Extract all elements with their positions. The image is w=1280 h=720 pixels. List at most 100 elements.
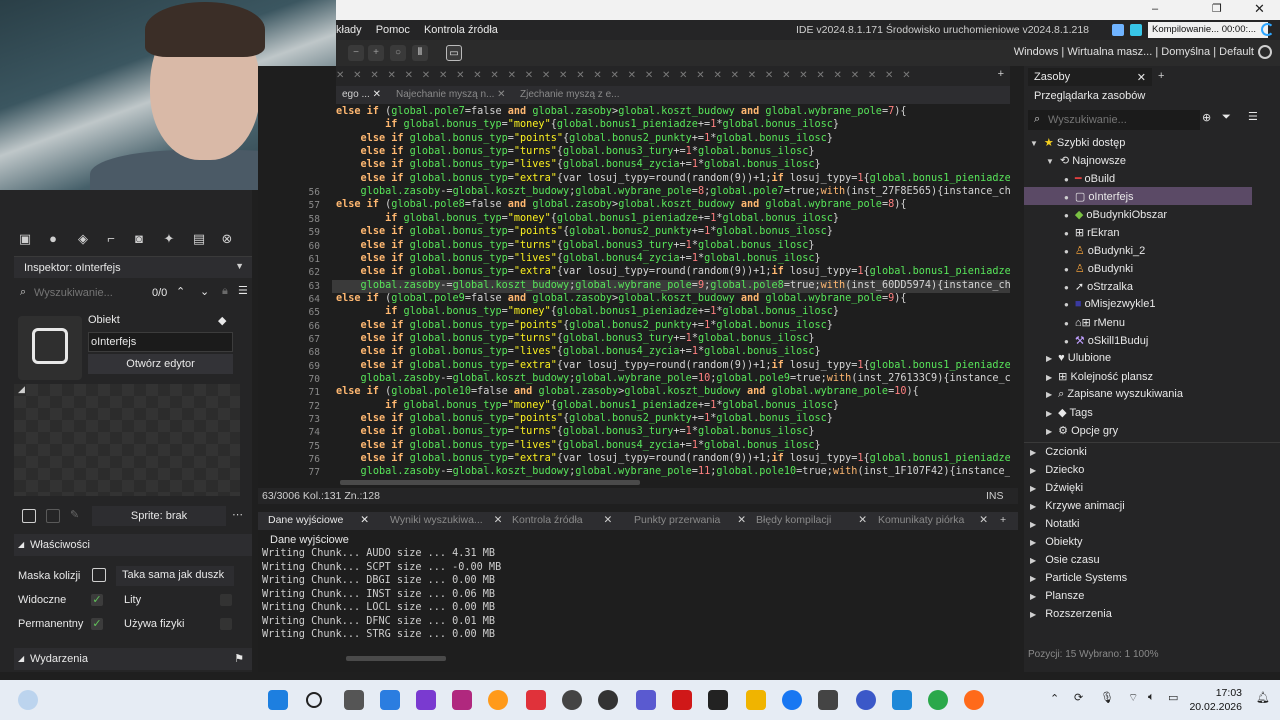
tab-feather-messages[interactable]: Komunikaty piórka ✕	[878, 514, 988, 526]
tree-folder-timelines[interactable]: ▶ Osie czasu	[1030, 554, 1100, 566]
gamemaker-icon[interactable]	[708, 690, 728, 710]
physics-checkbox[interactable]	[220, 618, 232, 630]
events-section-header[interactable]: ◢ Wydarzenia ⚑	[14, 648, 252, 670]
chevron-down-icon[interactable]: ▼	[235, 261, 244, 271]
code-line[interactable]: global.zasoby-=global.koszt_budowy;globa…	[336, 186, 1010, 197]
tree-saved-searches[interactable]: ▶ ⌕ Zapisane wyszukiwania	[1046, 388, 1183, 401]
sprite-field[interactable]: Sprite: brak	[92, 506, 226, 526]
cancel-icon[interactable]: ⊗	[218, 230, 236, 248]
code-line[interactable]: else if global.bonus_typ="points"{global…	[336, 133, 833, 144]
tab-mouse-leave[interactable]: Zjechanie myszą z e...	[514, 88, 625, 104]
discord-icon[interactable]	[636, 690, 656, 710]
code-line[interactable]: else if global.bonus_typ="extra"{var los…	[336, 360, 1010, 371]
solid-checkbox[interactable]	[220, 594, 232, 606]
image-icon[interactable]: ▣	[16, 230, 34, 248]
tree-tags[interactable]: ▶ ◆ Tags	[1046, 406, 1093, 419]
filter-icon[interactable]: ⏷	[1222, 111, 1231, 124]
app-blue-icon[interactable]	[856, 690, 876, 710]
close-icon[interactable]: ✕	[360, 514, 369, 526]
github-icon[interactable]	[598, 690, 618, 710]
chevron-down-icon[interactable]: ⌄	[200, 285, 209, 298]
menu-item-help[interactable]: Pomoc	[376, 24, 410, 36]
code-line[interactable]: else if global.bonus_typ="turns"{global.…	[336, 426, 815, 437]
open-editor-button[interactable]: Otwórz edytor	[88, 354, 233, 374]
tree-item-rEkran[interactable]: ● ⊞ rEkran	[1064, 226, 1120, 239]
code-line[interactable]: else if global.bonus_typ="turns"{global.…	[336, 240, 815, 251]
tree-folder-objects[interactable]: ▶ Obiekty	[1030, 536, 1083, 548]
tree-folder-fonts[interactable]: ▶ Czcionki	[1030, 446, 1087, 458]
add-tab-icon[interactable]: +	[998, 68, 1004, 80]
menu-icon[interactable]: ☰	[238, 284, 248, 297]
close-icon[interactable]: ✕	[497, 89, 505, 100]
code-line[interactable]: global.zasoby-=global.koszt_budowy;globa…	[336, 466, 1010, 477]
close-icon[interactable]: ✕	[1254, 1, 1265, 17]
code-line[interactable]: else if global.bonus_typ="lives"{global.…	[336, 440, 821, 451]
steam-icon[interactable]	[562, 690, 582, 710]
chevron-up-icon[interactable]: ⌃	[1050, 692, 1059, 705]
resource-search-input[interactable]	[1048, 112, 1188, 128]
code-line[interactable]: if global.bonus_typ="money"{global.bonus…	[336, 306, 839, 317]
code-line[interactable]: else if global.bonus_typ="lives"{global.…	[336, 346, 821, 357]
tab-source-control[interactable]: Kontrola źródła ✕	[512, 514, 612, 526]
tree-item-oInterfejs[interactable]: ● ▢ oInterfejs	[1064, 190, 1134, 203]
close-icon[interactable]: ✕	[858, 514, 867, 526]
code-line[interactable]: else if (global.pole9=false and global.z…	[336, 293, 907, 304]
tree-folder-extensions[interactable]: ▶ Rozszerzenia	[1030, 608, 1112, 620]
inspector-search-input[interactable]	[34, 284, 144, 302]
tree-game-options[interactable]: ▶ ⚙ Opcje gry	[1046, 424, 1118, 437]
script-icon[interactable]: ◙	[130, 230, 148, 248]
code-line[interactable]: else if global.bonus_typ="extra"{var los…	[336, 173, 1010, 184]
tree-item-rMenu[interactable]: ● ⌂⊞ rMenu	[1064, 316, 1125, 329]
code-line[interactable]: else if global.bonus_typ="points"{global…	[336, 320, 833, 331]
magic-wand-icon[interactable]: ✦	[160, 230, 178, 248]
minimize-icon[interactable]: –	[1152, 3, 1158, 15]
menu-item-source-control[interactable]: Kontrola źródła	[424, 24, 498, 36]
zoom-in-icon[interactable]: +	[368, 45, 384, 61]
more-icon[interactable]: ⋯	[232, 508, 243, 521]
mask-sprite-icon[interactable]	[92, 568, 106, 582]
event-tab-close-icons[interactable]: ✕ ✕ ✕ ✕ ✕ ✕ ✕ ✕ ✕ ✕ ✕ ✕ ✕ ✕ ✕ ✕ ✕ ✕ ✕ ✕ …	[336, 70, 914, 81]
facebook-icon[interactable]	[782, 690, 802, 710]
tab-breakpoints[interactable]: Punkty przerwania ✕	[634, 514, 746, 526]
zoom-reset-icon[interactable]: ○	[390, 45, 406, 61]
app-red-icon[interactable]	[526, 690, 546, 710]
notification-icon[interactable]: 🔔︎	[1256, 691, 1270, 704]
code-line[interactable]: else if global.bonus_typ="lives"{global.…	[336, 253, 821, 264]
zoom-out-icon[interactable]: −	[348, 45, 364, 61]
tree-room-order[interactable]: ▶ ⊞ Kolejność plansz	[1046, 370, 1153, 383]
tree-folder-particle-systems[interactable]: ▶ Particle Systems	[1030, 572, 1127, 584]
code-line[interactable]: else if global.bonus_typ="extra"{var los…	[336, 453, 1010, 464]
tree-folder-sounds[interactable]: ▶ Dźwięki	[1030, 482, 1083, 494]
search-icon[interactable]	[306, 692, 322, 708]
output-horizontal-scrollbar[interactable]	[346, 656, 446, 661]
media-icon[interactable]	[416, 690, 436, 710]
close-icon[interactable]: ✕	[373, 89, 381, 100]
monitor-icon[interactable]	[1130, 24, 1142, 36]
path-icon[interactable]: ⌐	[102, 230, 120, 248]
menu-icon[interactable]: ☰	[1248, 110, 1258, 123]
code-line[interactable]: else if global.bonus_typ="lives"{global.…	[336, 159, 821, 170]
tree-folder-notes[interactable]: ▶ Notatki	[1030, 518, 1079, 530]
wifi-icon[interactable]: ⌔	[1128, 691, 1138, 705]
collision-mask-field[interactable]: Taka sama jak duszk	[116, 566, 234, 586]
store-icon[interactable]	[380, 690, 400, 710]
folder-icon[interactable]	[746, 690, 766, 710]
code-line[interactable]: else if global.bonus_typ="points"{global…	[336, 226, 833, 237]
properties-section-header[interactable]: ◢ Właściwości	[14, 534, 252, 556]
tree-folder-child[interactable]: ▶ Dziecko	[1030, 464, 1084, 476]
app-heart-icon[interactable]	[672, 690, 692, 710]
tab-compile-errors[interactable]: Błędy kompilacji ✕	[756, 514, 867, 526]
tree-item-oMisjezwykle1[interactable]: ● ■ oMisjezwykle1	[1064, 298, 1155, 310]
code-line[interactable]: global.zasoby-=global.koszt_budowy;globa…	[336, 373, 1010, 384]
split-view-icon[interactable]: ⫴	[412, 45, 428, 61]
app-orange-icon[interactable]	[488, 690, 508, 710]
code-line[interactable]: else if global.bonus_typ="turns"{global.…	[336, 333, 815, 344]
speaker-icon[interactable]: 🔈︎	[1148, 691, 1155, 704]
sound-icon[interactable]: ●	[44, 230, 62, 248]
code-line[interactable]: else if global.bonus_typ="points"{global…	[336, 413, 833, 424]
tree-quick-access[interactable]: ▼ ★ Szybki dostęp	[1030, 136, 1125, 149]
tab-resources[interactable]: Zasoby ✕	[1028, 68, 1152, 86]
tab-output[interactable]: Dane wyjściowe ✕	[268, 514, 369, 526]
tree-item-oSkill1Buduj[interactable]: ● ⚒ oSkill1Buduj	[1064, 334, 1148, 347]
code-line[interactable]: if global.bonus_typ="money"{global.bonus…	[336, 119, 839, 130]
